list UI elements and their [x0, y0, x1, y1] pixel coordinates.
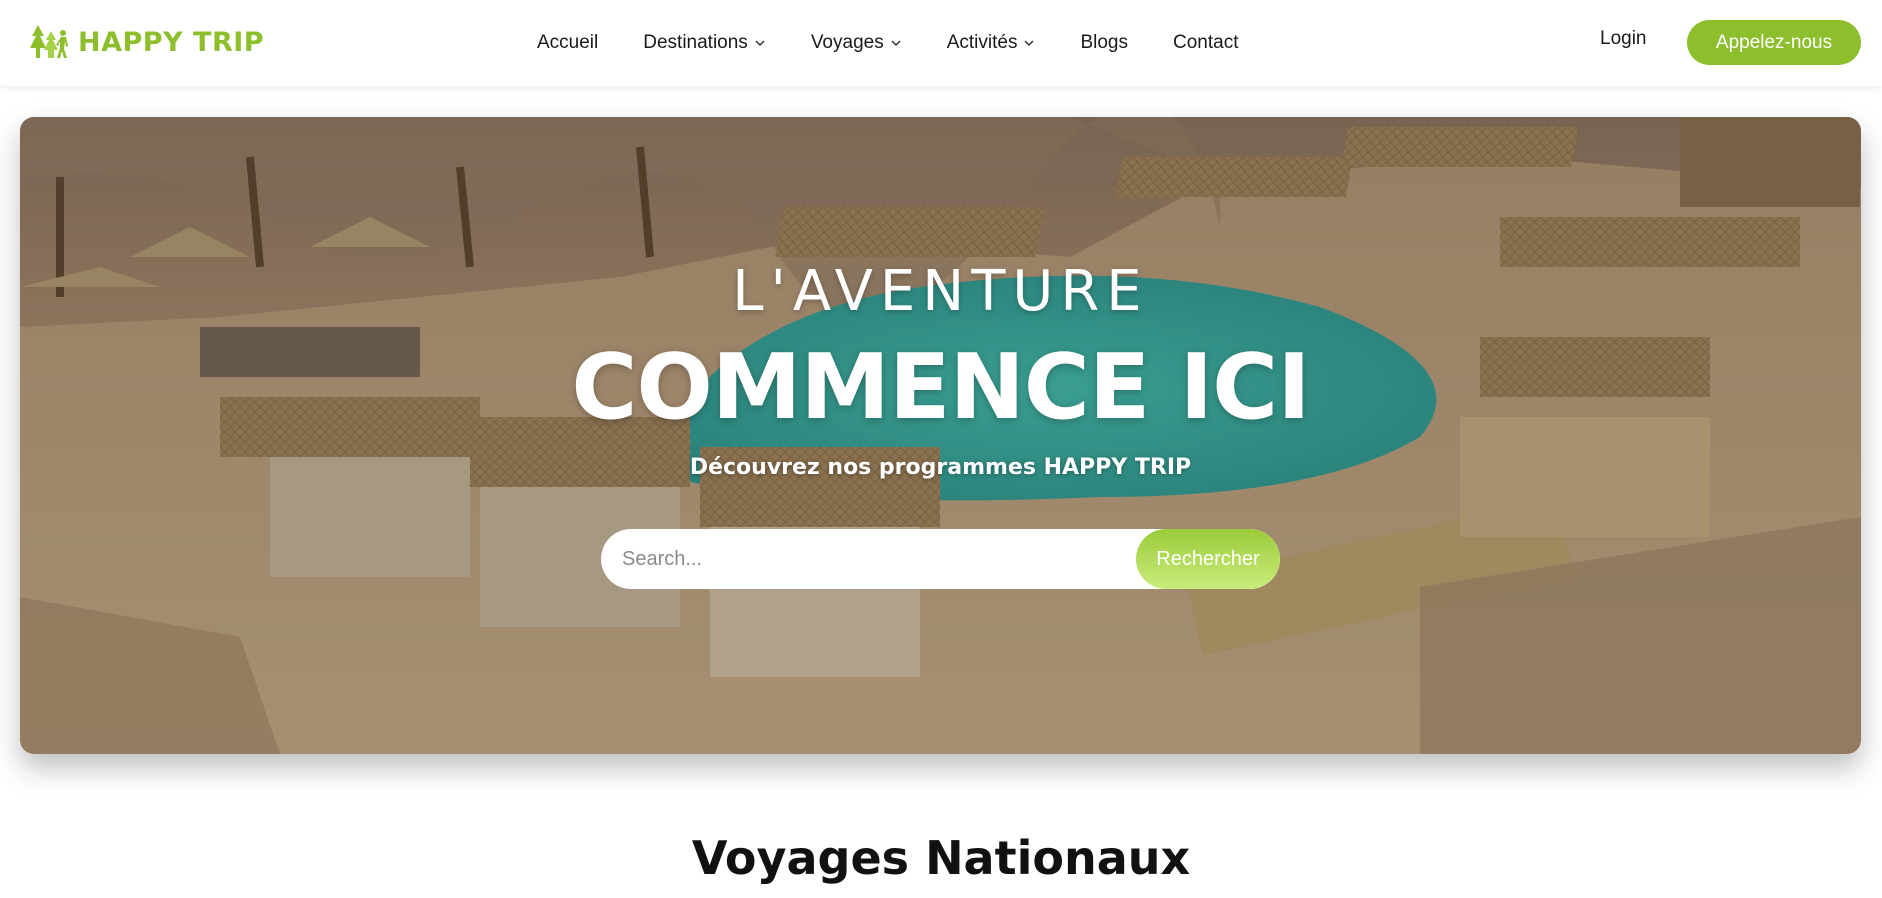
- brand-name: HAPPY TRIP: [78, 26, 265, 58]
- chevron-down-icon: [755, 40, 765, 47]
- search-input[interactable]: [601, 529, 1136, 589]
- search-button[interactable]: Rechercher: [1136, 529, 1280, 589]
- hero-subtitle: L'AVENTURE: [732, 259, 1149, 324]
- chevron-down-icon: [891, 40, 901, 47]
- login-link[interactable]: Login: [1600, 28, 1647, 50]
- nav-item-label: Destinations: [643, 32, 748, 53]
- nav-item-voyages[interactable]: Voyages: [811, 32, 902, 54]
- hero-description: Découvrez nos programmes HAPPY TRIP: [689, 455, 1192, 480]
- brand-logo[interactable]: HAPPY TRIP: [28, 22, 264, 62]
- nav-item-destinations[interactable]: Destinations: [643, 32, 766, 54]
- chevron-down-icon: [1024, 40, 1034, 47]
- nav-item-label: Voyages: [810, 32, 884, 53]
- nav-item-activites[interactable]: Activités: [947, 32, 1036, 54]
- nav-item-contact[interactable]: Contact: [1173, 32, 1238, 54]
- nav-item-accueil[interactable]: Accueil: [537, 32, 598, 54]
- nav-item-label: Contact: [1173, 32, 1239, 53]
- section-title: Voyages Nationaux: [691, 831, 1191, 885]
- search-bar: Rechercher: [601, 529, 1280, 589]
- nav-item-label: Accueil: [537, 32, 599, 53]
- call-us-button[interactable]: Appelez-nous: [1687, 20, 1861, 65]
- hero-title: COMMENCE ICI: [571, 335, 1310, 440]
- nav-item-label: Blogs: [1080, 32, 1128, 53]
- nav-item-blogs[interactable]: Blogs: [1080, 32, 1128, 54]
- nav-item-label: Activités: [946, 32, 1018, 53]
- main-nav: Accueil Destinations Voyages Activités B…: [537, 28, 1238, 58]
- site-header: HAPPY TRIP Accueil Destinations Voyages …: [0, 0, 1882, 86]
- trees-hikers-icon: [28, 24, 72, 60]
- hero-banner: L'AVENTURE COMMENCE ICI Découvrez nos pr…: [20, 117, 1861, 754]
